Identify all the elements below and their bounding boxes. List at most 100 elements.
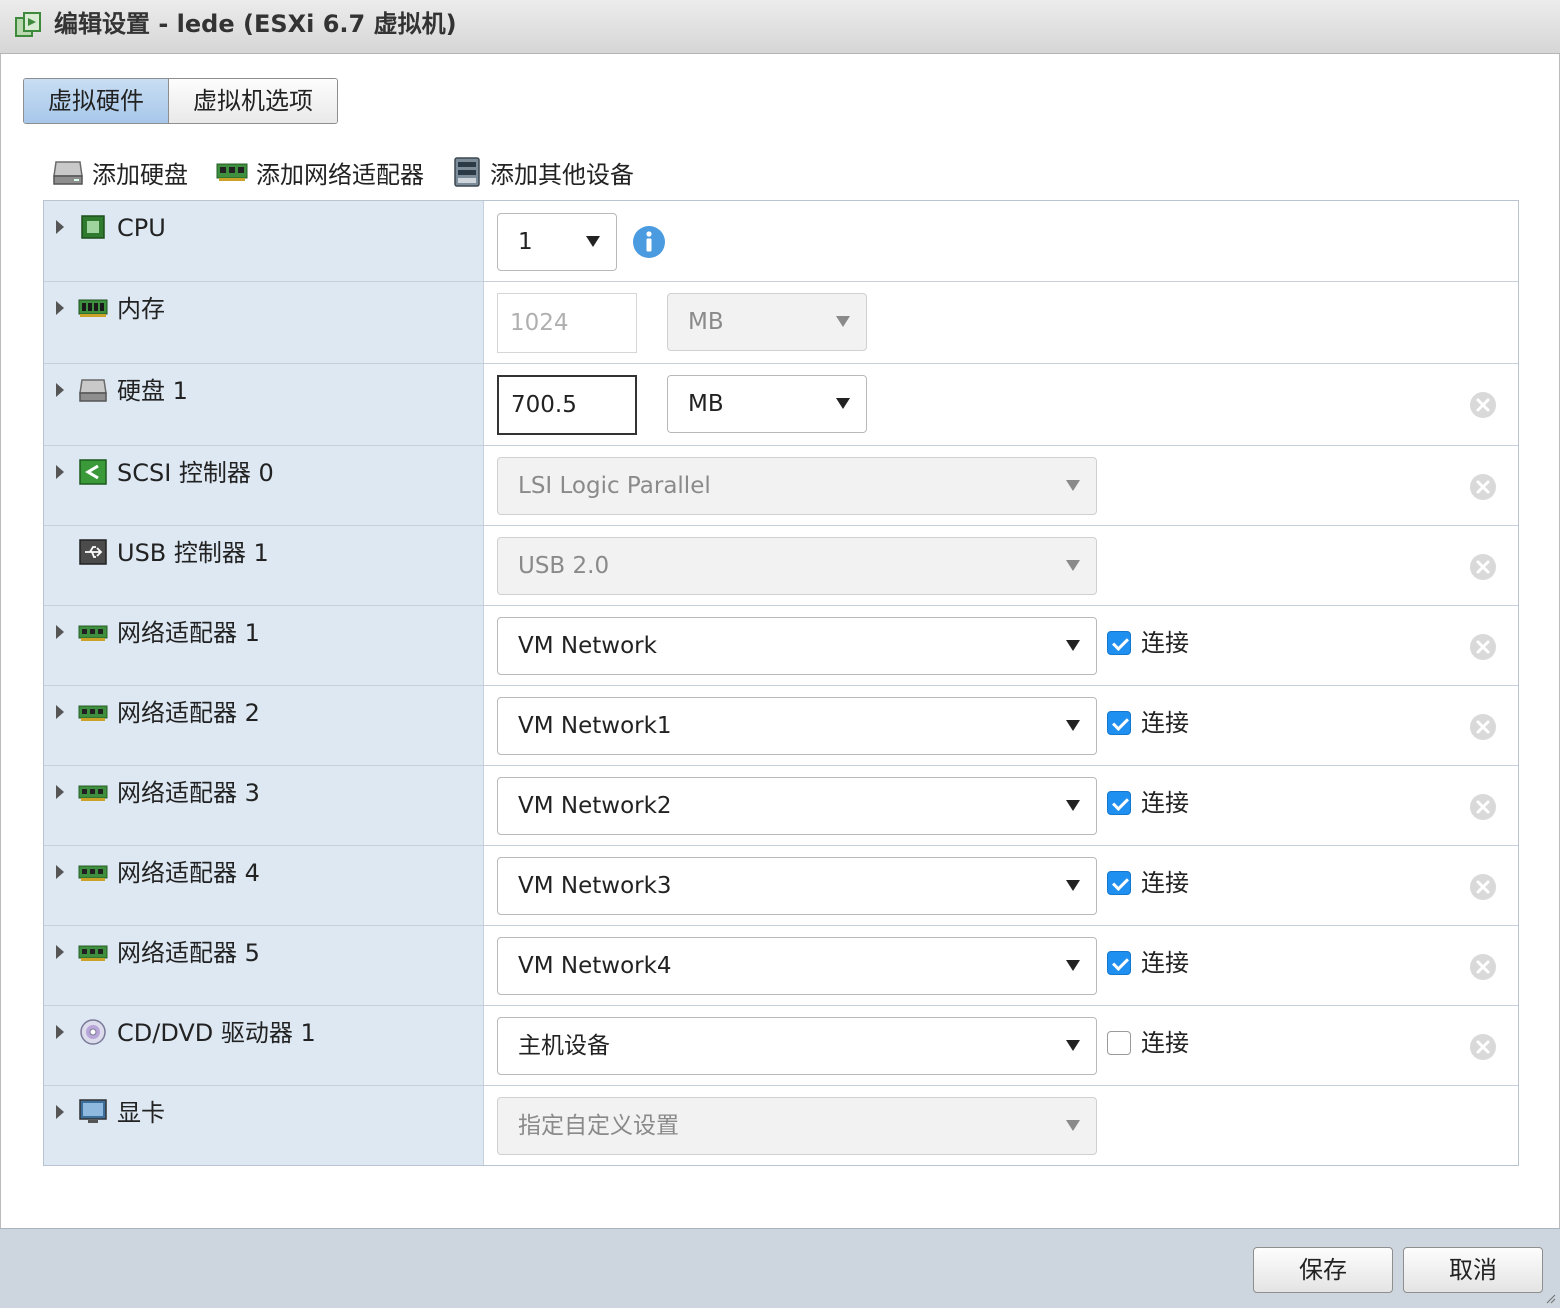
remove-device-icon[interactable]	[1468, 792, 1498, 822]
cdrom-label: CD/DVD 驱动器 1	[117, 1019, 316, 1047]
memory-size-input[interactable]: 1024	[497, 293, 637, 353]
remove-device-icon[interactable]	[1468, 1032, 1498, 1062]
connect-checkbox[interactable]	[1107, 1031, 1131, 1055]
remove-device-icon[interactable]	[1468, 872, 1498, 902]
chevron-down-icon	[1066, 960, 1080, 971]
hardware-row-usb: USB 控制器 1 USB 2.0	[44, 526, 1518, 606]
info-icon[interactable]	[632, 225, 666, 259]
chevron-down-icon	[1066, 800, 1080, 811]
expand-arrow-icon[interactable]	[56, 383, 64, 397]
scsi-type-select[interactable]: LSI Logic Parallel	[497, 457, 1097, 515]
hardware-row-network-adapter: 网络适配器 5 VM Network4 连接	[44, 926, 1518, 1006]
network-card-icon	[216, 163, 248, 181]
tab-virtual-hardware[interactable]: 虚拟硬件	[24, 79, 168, 123]
window-title: 编辑设置 - lede (ESXi 6.7 虚拟机)	[54, 10, 457, 38]
hardware-row-memory: 内存 1024 MB	[44, 282, 1518, 364]
connect-checkbox[interactable]	[1107, 791, 1131, 815]
add-disk-label: 添加硬盘	[92, 160, 188, 189]
network-card-icon	[78, 705, 108, 721]
connect-label: 连接	[1141, 789, 1189, 817]
disk-label: 硬盘 1	[117, 377, 188, 405]
network-adapter-label: 网络适配器 2	[117, 699, 260, 727]
network-select[interactable]: VM Network	[497, 617, 1097, 675]
expand-arrow-icon[interactable]	[56, 705, 64, 719]
remove-device-icon[interactable]	[1468, 552, 1498, 582]
video-settings-select[interactable]: 指定自定义设置	[497, 1097, 1097, 1155]
hardware-row-scsi: SCSI 控制器 0 LSI Logic Parallel	[44, 446, 1518, 526]
expand-arrow-icon[interactable]	[56, 1025, 64, 1039]
expand-arrow-icon[interactable]	[56, 625, 64, 639]
network-card-icon	[78, 625, 108, 641]
connect-checkbox[interactable]	[1107, 711, 1131, 735]
disk-unit-value: MB	[688, 391, 724, 417]
other-device-icon	[454, 157, 480, 187]
network-value: VM Network1	[518, 713, 672, 739]
network-value: VM Network	[518, 633, 657, 659]
expand-arrow-icon[interactable]	[56, 465, 64, 479]
hard-disk-icon	[53, 161, 83, 185]
connect-checkbox[interactable]	[1107, 631, 1131, 655]
hardware-row-cpu: CPU 1	[44, 201, 1518, 282]
network-card-icon	[78, 865, 108, 881]
expand-arrow-icon[interactable]	[56, 1105, 64, 1119]
network-card-icon	[78, 785, 108, 801]
expand-arrow-icon[interactable]	[56, 220, 64, 234]
network-adapter-label: 网络适配器 1	[117, 619, 260, 647]
connect-label: 连接	[1141, 869, 1189, 897]
chevron-down-icon	[1066, 720, 1080, 731]
chevron-down-icon	[836, 398, 850, 409]
chevron-down-icon	[836, 316, 850, 327]
scsi-controller-icon	[79, 459, 107, 485]
disk-size-input[interactable]: 700.5	[497, 375, 637, 435]
network-select[interactable]: VM Network3	[497, 857, 1097, 915]
resize-grip-icon[interactable]	[1544, 1292, 1556, 1304]
memory-unit-select[interactable]: MB	[667, 293, 867, 351]
network-select[interactable]: VM Network2	[497, 777, 1097, 835]
monitor-icon	[79, 1099, 107, 1123]
network-adapter-label: 网络适配器 3	[117, 779, 260, 807]
remove-device-icon[interactable]	[1468, 952, 1498, 982]
connect-label: 连接	[1141, 1029, 1189, 1057]
cancel-button[interactable]: 取消	[1403, 1247, 1543, 1293]
network-select[interactable]: VM Network1	[497, 697, 1097, 755]
dialog-footer: 保存 取消	[0, 1228, 1560, 1308]
chevron-down-icon	[1066, 1040, 1080, 1051]
network-adapter-label: 网络适配器 5	[117, 939, 260, 967]
expand-arrow-icon[interactable]	[56, 945, 64, 959]
remove-device-icon[interactable]	[1468, 472, 1498, 502]
add-disk-button[interactable]: 添加硬盘	[52, 155, 188, 190]
add-other-device-button[interactable]: 添加其他设备	[452, 155, 634, 190]
hardware-row-network-adapter: 网络适配器 2 VM Network1 连接	[44, 686, 1518, 766]
usb-icon	[79, 539, 107, 565]
connect-checkbox[interactable]	[1107, 951, 1131, 975]
tab-vm-options[interactable]: 虚拟机选项	[168, 79, 337, 123]
add-network-adapter-button[interactable]: 添加网络适配器	[216, 155, 424, 190]
chevron-down-icon	[1066, 560, 1080, 571]
expand-arrow-icon[interactable]	[56, 301, 64, 315]
remove-device-icon[interactable]	[1468, 390, 1498, 420]
connect-label: 连接	[1141, 629, 1189, 657]
cpu-count-select[interactable]: 1	[497, 213, 617, 271]
disk-unit-select[interactable]: MB	[667, 375, 867, 433]
usb-label: USB 控制器 1	[117, 539, 269, 567]
hardware-row-network-adapter: 网络适配器 1 VM Network 连接	[44, 606, 1518, 686]
network-adapter-label: 网络适配器 4	[117, 859, 260, 887]
connect-checkbox[interactable]	[1107, 871, 1131, 895]
cd-dvd-icon	[80, 1019, 106, 1045]
cdrom-type-select[interactable]: 主机设备	[497, 1017, 1097, 1075]
network-select[interactable]: VM Network4	[497, 937, 1097, 995]
add-network-adapter-label: 添加网络适配器	[256, 160, 424, 189]
expand-arrow-icon[interactable]	[56, 865, 64, 879]
remove-device-icon[interactable]	[1468, 712, 1498, 742]
save-button[interactable]: 保存	[1253, 1247, 1393, 1293]
expand-arrow-icon[interactable]	[56, 785, 64, 799]
cdrom-type-value: 主机设备	[518, 1033, 610, 1059]
memory-icon	[78, 299, 108, 317]
hardware-grid: CPU 1 内存 1024 MB 硬盘 1 700.5 MB SCSI 控制器 …	[43, 200, 1519, 1166]
network-value: VM Network2	[518, 793, 672, 819]
remove-device-icon[interactable]	[1468, 632, 1498, 662]
usb-type-select[interactable]: USB 2.0	[497, 537, 1097, 595]
network-value: VM Network3	[518, 873, 672, 899]
cpu-label: CPU	[117, 214, 166, 242]
scsi-label: SCSI 控制器 0	[117, 459, 274, 487]
